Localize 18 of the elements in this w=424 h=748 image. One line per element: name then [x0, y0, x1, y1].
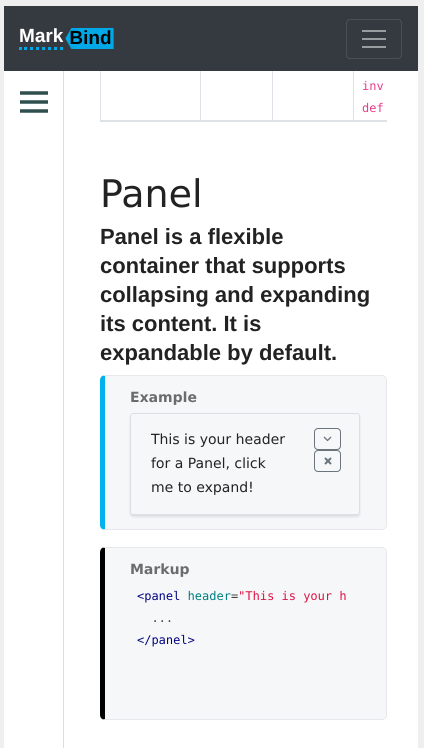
- close-button[interactable]: [314, 450, 341, 472]
- close-icon: [324, 457, 332, 465]
- table-cell: inv def: [353, 71, 387, 120]
- lead-text: Panel is a flexible container that supports collapsing and expanding its content. It is expandable by default.: [100, 223, 372, 367]
- panel-header: This is your header for a Panel, click me to expand!: [151, 431, 286, 498]
- code-text: <panel header="This is your h ... </panel>: [136, 588, 348, 649]
- chevron-icon: [323, 436, 332, 442]
- logo-text: Mark: [19, 27, 64, 50]
- logo-badge: Bind: [65, 28, 114, 49]
- box-title: Markup: [130, 562, 191, 578]
- logo[interactable]: Mark Bind: [19, 27, 114, 50]
- menu-icon: [20, 91, 48, 115]
- page-heading: Panel: [100, 172, 204, 216]
- box-title: Example: [130, 390, 198, 406]
- panel[interactable]: This is your header for a Panel, click me to expand!: [130, 413, 360, 515]
- expand-button[interactable]: [314, 428, 341, 450]
- menu-button[interactable]: [346, 18, 402, 58]
- menu-icon: [362, 28, 386, 48]
